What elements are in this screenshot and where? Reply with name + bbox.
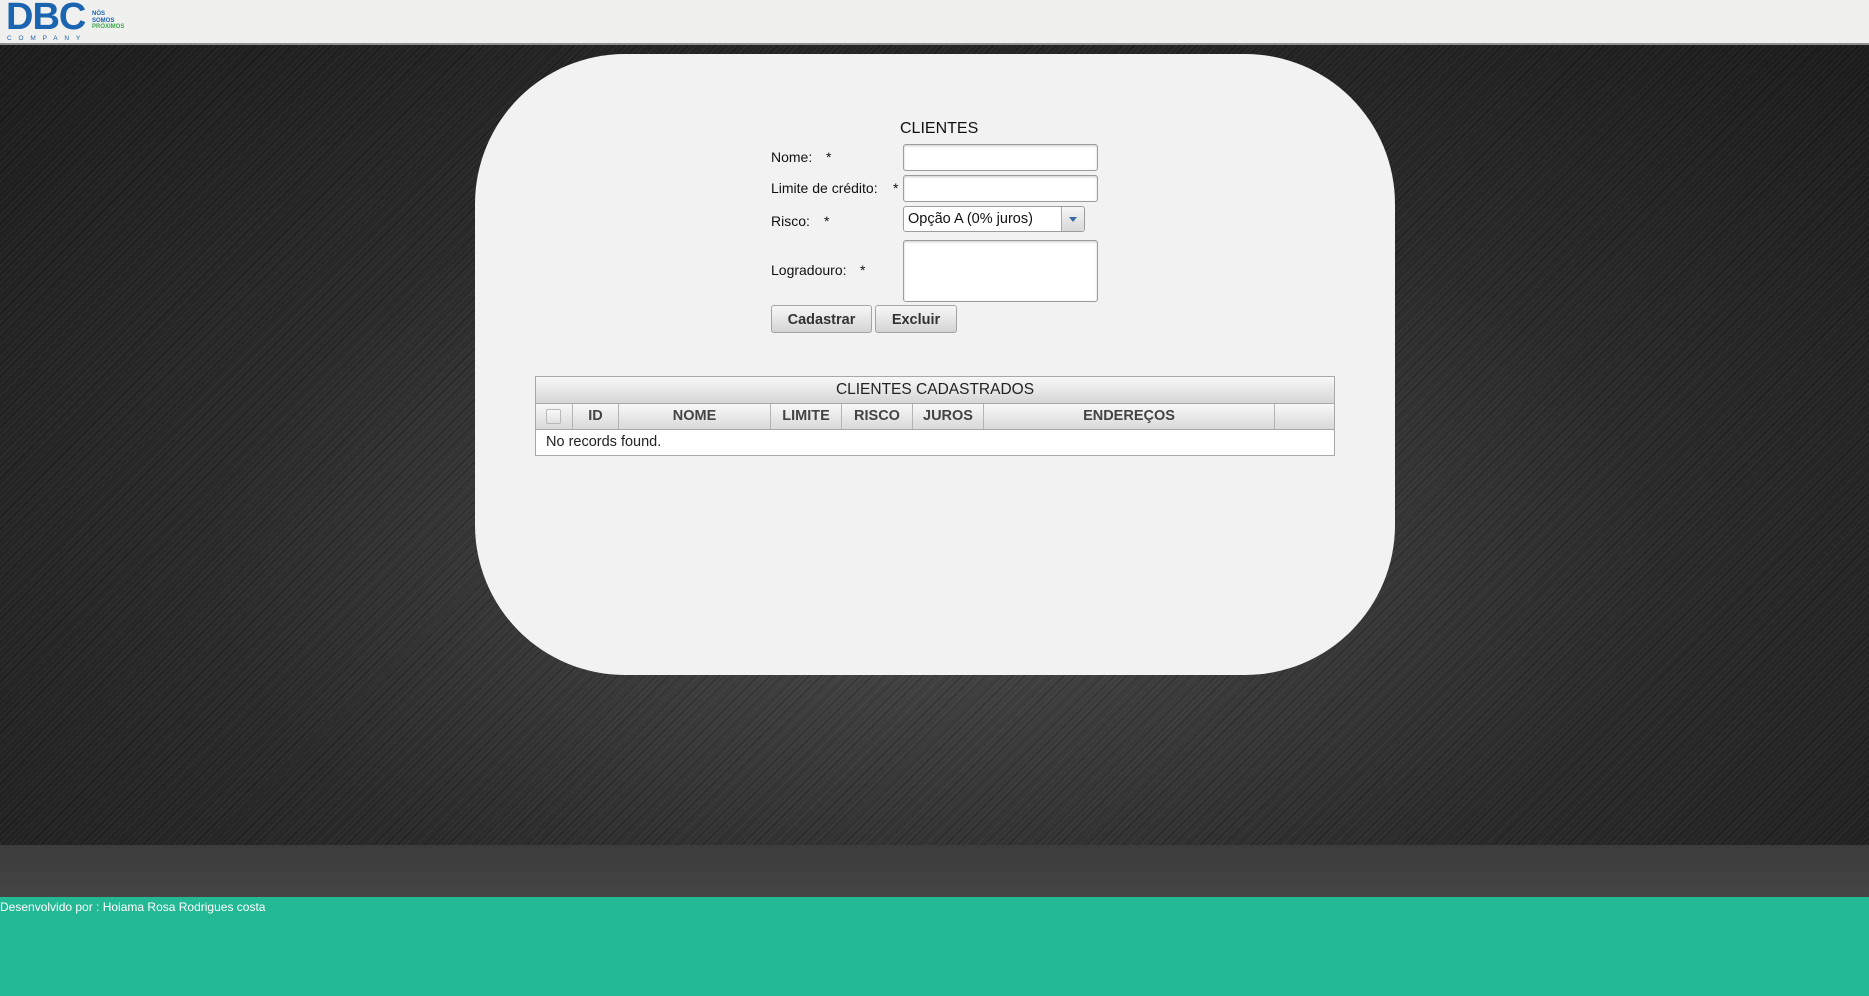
column-header-limite[interactable]: LIMITE <box>771 404 842 429</box>
select-all-checkbox[interactable] <box>546 409 561 424</box>
cadastrar-button[interactable]: Cadastrar <box>771 305 872 333</box>
logo-text: DBC <box>6 0 86 38</box>
limite-credito-input[interactable] <box>903 175 1098 202</box>
nome-label: Nome: <box>771 149 813 165</box>
top-bar: DBC NÓS SOMOS PRÓXIMOS COMPANY <box>0 0 1869 45</box>
risco-dropdown-trigger[interactable] <box>1061 207 1084 231</box>
risco-label: Risco: <box>771 213 810 229</box>
logradouro-label: Logradouro: <box>771 262 847 278</box>
column-header-id[interactable]: ID <box>573 404 619 429</box>
column-header-enderecos[interactable]: ENDEREÇOS <box>984 404 1275 429</box>
column-header-juros[interactable]: JUROS <box>913 404 984 429</box>
excluir-button[interactable]: Excluir <box>875 305 957 333</box>
form-title: CLIENTES <box>900 120 979 137</box>
risco-required-mark: * <box>824 213 830 229</box>
empty-message: No records found. <box>546 434 662 450</box>
footer: Desenvolvido por : Hoiama Rosa Rodrigues… <box>0 897 1869 996</box>
table-header: ID NOME LIMITE RISCO JUROS ENDEREÇOS <box>536 404 1334 430</box>
logo-tagline-3: PRÓXIMOS <box>92 24 125 30</box>
column-header-risco[interactable]: RISCO <box>842 404 913 429</box>
logradouro-textarea[interactable] <box>903 240 1098 302</box>
logo-tagline: NÓS SOMOS PRÓXIMOS <box>92 11 124 31</box>
column-header-nome[interactable]: NOME <box>619 404 771 429</box>
logradouro-required-mark: * <box>860 262 866 278</box>
background-band <box>0 845 1869 897</box>
limite-required-mark: * <box>893 180 899 196</box>
table-caption: CLIENTES CADASTRADOS <box>536 377 1334 404</box>
clientes-table: CLIENTES CADASTRADOS ID NOME LIMITE RISC… <box>535 376 1335 456</box>
nome-required-mark: * <box>826 149 832 165</box>
risco-selected-value: Opção A (0% juros) <box>908 211 1033 227</box>
footer-credit: Desenvolvido por : Hoiama Rosa Rodrigues… <box>0 900 266 914</box>
select-all-column <box>536 404 573 429</box>
nome-input[interactable] <box>903 144 1098 171</box>
risco-select[interactable]: Opção A (0% juros) <box>903 206 1085 232</box>
chevron-down-icon <box>1069 217 1077 222</box>
dbc-logo[interactable]: DBC NÓS SOMOS PRÓXIMOS COMPANY <box>6 0 136 45</box>
logo-company: COMPANY <box>7 35 87 42</box>
limite-label: Limite de crédito: <box>771 180 878 196</box>
